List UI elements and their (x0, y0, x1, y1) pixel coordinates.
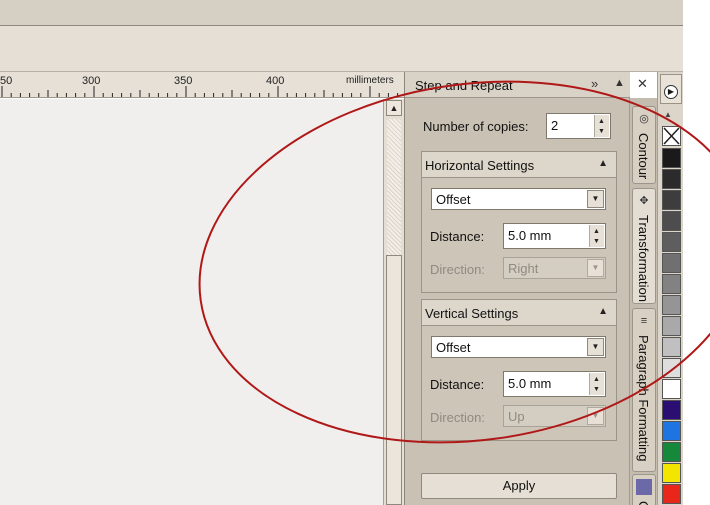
docker-title: Step and Repeat (415, 78, 513, 93)
vertical-direction-label: Direction: (430, 410, 485, 425)
horizontal-settings-title: Horizontal Settings (425, 158, 535, 173)
ruler-label: 350 (174, 75, 193, 87)
color-swatch[interactable] (662, 358, 681, 378)
vertical-direction-value: Up (508, 409, 525, 424)
drawing-canvas[interactable] (0, 99, 383, 505)
property-bar (0, 26, 683, 72)
collapse-icon[interactable]: ▲ (598, 158, 608, 169)
vertical-settings-header[interactable]: Vertical Settings ▲ (422, 300, 616, 326)
horizontal-distance-stepper[interactable]: ▲ ▼ (589, 225, 604, 247)
chevron-down-icon[interactable]: ▼ (587, 338, 604, 356)
chevron-down-icon[interactable]: ▼ (587, 190, 604, 208)
horizontal-distance-value: 5.0 mm (508, 228, 552, 243)
color-swatch[interactable] (662, 337, 681, 357)
vertical-distance-spinbox[interactable]: 5.0 mm ▲ ▼ (503, 371, 606, 397)
vertical-mode-value: Offset (436, 340, 471, 355)
canvas-vertical-scrollbar[interactable]: ▲ (383, 99, 404, 505)
palette-scroll-up-icon[interactable]: ▲ (664, 110, 672, 119)
ruler-label: 300 (82, 75, 101, 87)
horizontal-direction-select: Right ▼ (503, 257, 606, 279)
copies-label: Number of copies: (423, 119, 529, 134)
tab-c[interactable]: C (632, 474, 656, 505)
right-margin (683, 0, 710, 505)
vertical-distance-value: 5.0 mm (508, 376, 552, 391)
horizontal-ruler[interactable]: 50 300 350 400 millimeters (0, 72, 404, 98)
ruler-label: 400 (266, 75, 285, 87)
vertical-distance-stepper[interactable]: ▲ ▼ (589, 373, 604, 395)
color-swatch[interactable] (662, 421, 681, 441)
ruler-label: 50 (0, 75, 13, 87)
step-up-icon[interactable]: ▲ (598, 118, 605, 125)
chevron-down-icon: ▼ (587, 407, 604, 425)
color-swatch[interactable] (662, 190, 681, 210)
scroll-thumb[interactable] (386, 255, 402, 505)
tab-paragraph-formatting[interactable]: ≡ Paragraph Formatting (632, 308, 656, 472)
ruler-unit: millimeters (346, 75, 394, 86)
step-down-icon[interactable]: ▼ (598, 128, 605, 135)
tab-paragraph-formatting-label: Paragraph Formatting (636, 335, 651, 462)
contour-icon: ◎ (639, 113, 649, 125)
color-swatch[interactable] (662, 211, 681, 231)
no-color-swatch[interactable] (662, 126, 681, 146)
scroll-track[interactable] (387, 119, 401, 255)
color-swatch[interactable] (662, 379, 681, 399)
vertical-distance-label: Distance: (430, 377, 485, 392)
copies-stepper[interactable]: ▲ ▼ (594, 115, 609, 137)
color-swatch[interactable] (662, 442, 681, 462)
square-icon (636, 479, 652, 495)
palette-menu-button[interactable]: ▶ (660, 74, 682, 104)
color-swatch[interactable] (662, 274, 681, 294)
horizontal-mode-value: Offset (436, 192, 471, 207)
copies-value: 2 (551, 118, 559, 133)
triangle-up-icon[interactable]: ▲ (614, 77, 625, 89)
tab-c-label: C (636, 501, 651, 505)
close-icon[interactable]: ✕ (637, 76, 648, 92)
color-swatch[interactable] (662, 148, 681, 168)
window-titlebar (0, 0, 683, 26)
tab-transformation-label: Transformation (636, 215, 651, 302)
vertical-settings-group: Vertical Settings ▲ Offset ▼ Distance: 5… (421, 299, 617, 441)
scroll-up-button[interactable]: ▲ (386, 100, 402, 116)
color-swatch[interactable] (662, 400, 681, 420)
no-color-x-icon (663, 127, 680, 145)
collapse-icon[interactable]: ▲ (598, 306, 608, 317)
paragraph-icon: ≡ (640, 315, 648, 327)
horizontal-distance-label: Distance: (430, 229, 485, 244)
color-swatch[interactable] (662, 295, 681, 315)
step-down-icon[interactable]: ▼ (593, 238, 600, 245)
copies-spinbox[interactable]: 2 ▲ ▼ (546, 113, 611, 139)
play-icon: ▶ (664, 85, 678, 99)
horizontal-direction-label: Direction: (430, 262, 485, 277)
step-down-icon[interactable]: ▼ (593, 386, 600, 393)
tab-contour[interactable]: ◎ Contour (632, 106, 656, 184)
horizontal-mode-select[interactable]: Offset ▼ (431, 188, 606, 210)
horizontal-settings-group: Horizontal Settings ▲ Offset ▼ Distance:… (421, 151, 617, 293)
ruler-ticks (1, 86, 399, 97)
color-palette: ▶ ▲ (657, 72, 683, 505)
color-swatch[interactable] (662, 463, 681, 483)
apply-button[interactable]: Apply (421, 473, 617, 499)
horizontal-direction-value: Right (508, 261, 539, 276)
color-swatch[interactable] (662, 253, 681, 273)
vertical-direction-select: Up ▼ (503, 405, 606, 427)
horizontal-settings-header[interactable]: Horizontal Settings ▲ (422, 152, 616, 178)
tab-contour-label: Contour (636, 133, 651, 180)
color-swatch[interactable] (662, 232, 681, 252)
color-swatch[interactable] (662, 484, 681, 504)
docker-tabs: ◎ Contour ✥ Transformation ≡ Paragraph F… (629, 98, 657, 505)
vertical-settings-title: Vertical Settings (425, 306, 519, 321)
docker-header: Step and Repeat » ▲ ✕ (405, 72, 648, 98)
tab-transformation[interactable]: ✥ Transformation (632, 188, 656, 304)
step-up-icon[interactable]: ▲ (593, 228, 600, 235)
color-swatch[interactable] (662, 169, 681, 189)
vertical-mode-select[interactable]: Offset ▼ (431, 336, 606, 358)
chevron-down-icon: ▼ (587, 259, 604, 277)
double-chevron-right-icon[interactable]: » (591, 76, 598, 91)
color-swatch[interactable] (662, 316, 681, 336)
horizontal-distance-spinbox[interactable]: 5.0 mm ▲ ▼ (503, 223, 606, 249)
docker-body: Number of copies: 2 ▲ ▼ Horizontal Setti… (405, 98, 630, 505)
transformation-icon: ✥ (639, 195, 649, 207)
step-and-repeat-docker: Step and Repeat » ▲ ✕ Number of copies: … (404, 72, 648, 505)
step-up-icon[interactable]: ▲ (593, 376, 600, 383)
